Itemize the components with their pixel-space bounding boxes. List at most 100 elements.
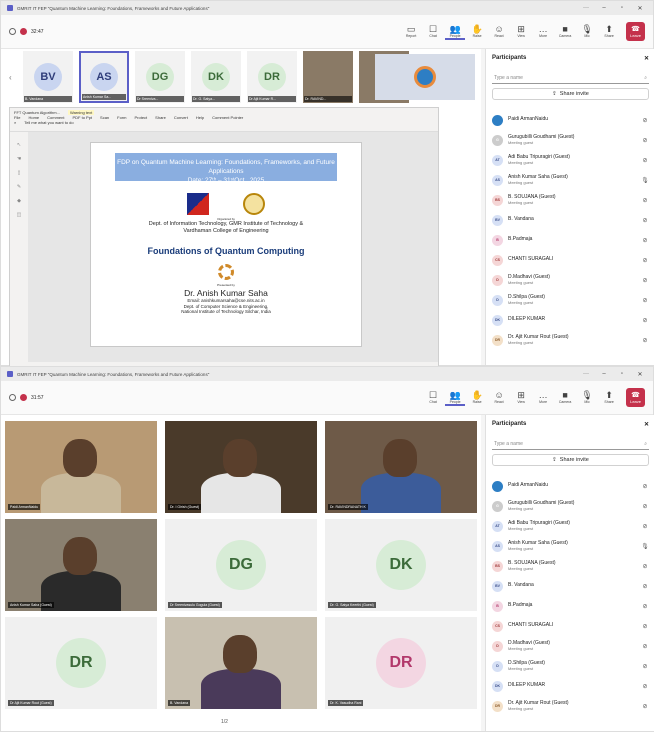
ribbon-tab[interactable]: Convert	[174, 115, 188, 120]
tool-mic[interactable]: 🎙 Mic	[577, 24, 597, 40]
participants-panel: Participants ✕ Type a name ⌕ ⇪ Share invite…	[485, 415, 654, 731]
eraser-icon: ◫	[16, 212, 22, 218]
scroll-left-icon[interactable]: ‹	[9, 73, 17, 82]
more-icon[interactable]: ···	[579, 371, 593, 377]
video-tile[interactable]: Dr. I Girish (Guest)	[165, 421, 317, 513]
tool-camera[interactable]: ■ Camera	[555, 390, 575, 406]
participant-name: B. Vandana	[508, 216, 534, 223]
ribbon-tab[interactable]: Share	[155, 115, 166, 120]
participant-row[interactable]: DR Dr. Ajit Kumar Rout (Guest) Meeting gue…	[492, 330, 649, 350]
participant-row[interactable]: Paidi ArmanNaidu ⊘	[492, 476, 649, 496]
ribbon-tab[interactable]: Form	[117, 115, 126, 120]
tool-chat[interactable]: ☐ Chat	[423, 24, 443, 40]
tool-people[interactable]: 👥 People	[445, 24, 466, 40]
video-tile[interactable]: Dr. RAVIND...	[303, 51, 353, 103]
video-tile[interactable]: DK Dr. G. Satya Keerthi (Guest)	[325, 519, 477, 611]
video-tile[interactable]: DG Dr Sreeniva...	[135, 51, 185, 103]
ribbon-tab[interactable]: Scan	[100, 115, 109, 120]
participant-row[interactable]: BV B. Vandana ⊘	[492, 576, 649, 596]
video-tile[interactable]: AS Anish Kumar Sa...	[79, 51, 129, 103]
participant-row[interactable]: BS B. SOUJANA (Guest) Meeting guest ⊘	[492, 556, 649, 576]
participant-info: Paidi ArmanNaidu	[508, 117, 636, 123]
avatar: CS	[492, 254, 503, 266]
tool-react[interactable]: ☺ React	[489, 24, 509, 40]
mic-off-icon: ⊘	[642, 683, 648, 690]
participant-row[interactable]: D D.Shilpa (Guest) Meeting guest ⊘	[492, 290, 649, 310]
tool-chat[interactable]: ☐ Chat	[423, 390, 443, 406]
tool-share[interactable]: ⬆ Share	[599, 24, 619, 40]
grid-pager[interactable]: 1/2	[221, 719, 228, 729]
tool-react[interactable]: ☺ React	[489, 390, 509, 406]
participant-row[interactable]: B B.Padmaja ⊘	[492, 596, 649, 616]
participant-row[interactable]: AS Anish Kumar Saha (Guest) Meeting guest 🎙	[492, 170, 649, 190]
leave-button[interactable]: ☎ Leave	[626, 22, 645, 41]
participant-row[interactable]: AT Adi Babu Tripuragiri (Guest) Meeting gu…	[492, 516, 649, 536]
participant-row[interactable]: D D.Madhavi (Guest) Meeting guest ⊘	[492, 636, 649, 656]
participant-row[interactable]: CS CHANTI SURAGALI ⊘	[492, 250, 649, 270]
participant-row[interactable]: B B.Padmaja ⊘	[492, 230, 649, 250]
tool-more[interactable]: … More	[533, 390, 553, 406]
avatar: DK	[492, 680, 503, 692]
participant-row[interactable]: DR Dr. Ajit Kumar Rout (Guest) Meeting gue…	[492, 696, 649, 716]
share-invite-button[interactable]: ⇪ Share invite	[492, 88, 649, 100]
tool-raise[interactable]: ✋ Raise	[467, 24, 487, 40]
close-icon[interactable]: ✕	[644, 421, 649, 428]
participant-row[interactable]: DK DILEEP KUMAR ⊘	[492, 676, 649, 696]
tool-view[interactable]: ⊞ View	[511, 24, 531, 40]
close-button[interactable]: ✕	[633, 371, 647, 378]
search-input[interactable]: Type a name ⌕	[492, 438, 649, 450]
tool-mic[interactable]: 🎙 Mic	[577, 390, 597, 406]
maximize-button[interactable]: ▫	[615, 5, 629, 11]
tool-more[interactable]: … More	[533, 24, 553, 40]
close-icon[interactable]: ✕	[644, 55, 649, 62]
tool-camera[interactable]: ■ Camera	[555, 24, 575, 40]
teams-window-1: GMRIT IT FEP "Quantum Machine Learning: …	[0, 0, 654, 395]
video-tile[interactable]: Anish Kumar Saha (Guest)	[5, 519, 157, 611]
participant-row[interactable]: G Gurugubilli Goudhami (Guest) Meeting gue…	[492, 130, 649, 150]
participant-row[interactable]: D D.Madhavi (Guest) Meeting guest ⊘	[492, 270, 649, 290]
person-body	[201, 473, 281, 513]
video-tile[interactable]: BV B. Vandana	[23, 51, 73, 103]
tool-report[interactable]: ▭ Report	[401, 24, 421, 40]
video-tile[interactable]: DG Dr Sreenivasulu Gogula (Guest)	[165, 519, 317, 611]
ribbon-tab[interactable]: Help	[196, 115, 204, 120]
search-icon: ⌕	[14, 120, 17, 125]
tool-share[interactable]: ⬆ Share	[599, 390, 619, 406]
more-icon[interactable]: ···	[579, 5, 593, 11]
video-tile[interactable]: DR Dr Ajit Kumar R...	[247, 51, 297, 103]
close-button[interactable]: ✕	[633, 5, 647, 12]
ribbon-tab[interactable]: PDF to Ppt	[72, 115, 92, 120]
participant-row[interactable]: Paidi ArmanNaidu ⊘	[492, 110, 649, 130]
tool-people[interactable]: 👥 People	[445, 390, 466, 406]
leave-button[interactable]: ☎ Leave	[626, 388, 645, 407]
participant-info: B.Padmaja	[508, 603, 636, 609]
maximize-button[interactable]: ▫	[615, 371, 629, 377]
search-input[interactable]: Type a name ⌕	[492, 72, 649, 84]
participant-row[interactable]: CS CHANTI SURAGALI ⊘	[492, 616, 649, 636]
ribbon-tab[interactable]: Comment Pointer	[212, 115, 243, 120]
video-tile[interactable]: Dr. RAVINDRANATH K	[325, 421, 477, 513]
mic-off-icon: ⊘	[642, 483, 648, 490]
participant-row[interactable]: BV B. Vandana ⊘	[492, 210, 649, 230]
minimize-button[interactable]: –	[597, 371, 611, 377]
participant-row[interactable]: BS B. SOUJANA (Guest) Meeting guest ⊘	[492, 190, 649, 210]
tool-view[interactable]: ⊞ View	[511, 390, 531, 406]
mic-off-icon: ⊘	[642, 523, 648, 530]
ribbon-tab[interactable]: Protect	[135, 115, 148, 120]
participant-info: Gurugubilli Goudhami (Guest) Meeting gues…	[508, 134, 636, 146]
tool-raise[interactable]: ✋ Raise	[467, 390, 487, 406]
participant-row[interactable]: D D.Shilpa (Guest) Meeting guest ⊘	[492, 656, 649, 676]
participant-row[interactable]: AS Anish Kumar Saha (Guest) Meeting guest 🎙	[492, 536, 649, 556]
video-tile[interactable]: DR Dr. K. Vasudha Rani	[325, 617, 477, 709]
avatar: BV	[492, 214, 503, 226]
participant-row[interactable]: DK DILEEP KUMAR ⊘	[492, 310, 649, 330]
video-tile[interactable]: B. Vandana	[165, 617, 317, 709]
tile-name: B. Vandana	[168, 700, 191, 706]
share-invite-button[interactable]: ⇪ Share invite	[492, 454, 649, 466]
video-tile[interactable]: DR Dr Ajit Kumar Rout (Guest)	[5, 617, 157, 709]
video-tile[interactable]: Paidi ArmanNaidu	[5, 421, 157, 513]
participant-row[interactable]: AT Adi Babu Tripuragiri (Guest) Meeting gu…	[492, 150, 649, 170]
participant-row[interactable]: G Gurugubilli Goudhami (Guest) Meeting gue…	[492, 496, 649, 516]
video-tile[interactable]: DK Dr. G. Satya...	[191, 51, 241, 103]
minimize-button[interactable]: –	[597, 5, 611, 11]
